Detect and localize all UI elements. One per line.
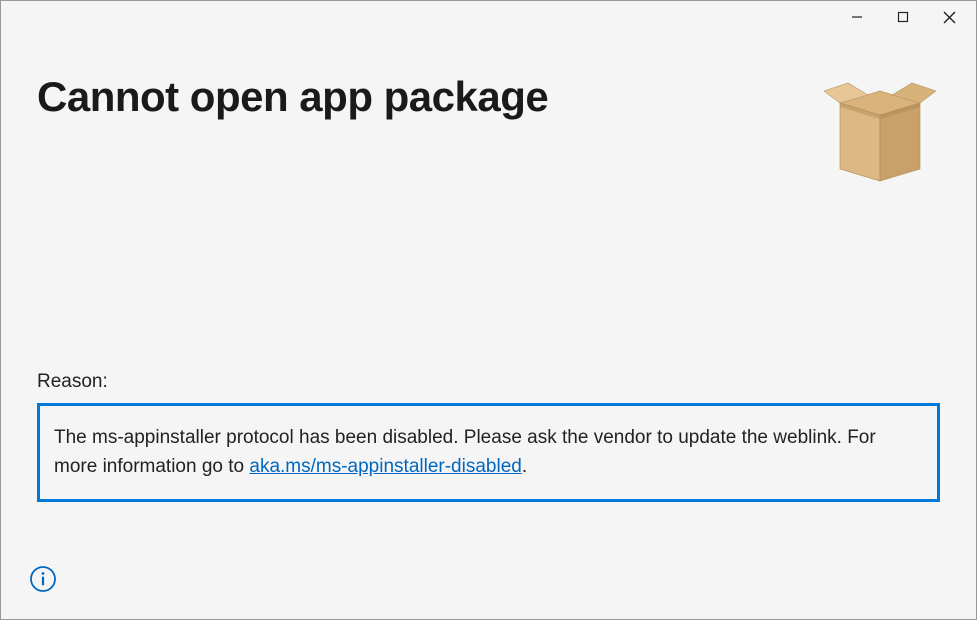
- reason-text-after: .: [522, 456, 527, 477]
- reason-message-box: The ms-appinstaller protocol has been di…: [37, 403, 940, 502]
- close-button[interactable]: [926, 2, 972, 32]
- page-title: Cannot open app package: [37, 73, 548, 121]
- reason-section: Reason: The ms-appinstaller protocol has…: [37, 371, 940, 502]
- reason-link[interactable]: aka.ms/ms-appinstaller-disabled: [249, 456, 521, 477]
- close-icon: [943, 11, 956, 24]
- maximize-icon: [897, 11, 909, 23]
- titlebar: [1, 1, 976, 33]
- minimize-button[interactable]: [834, 2, 880, 32]
- reason-label: Reason:: [37, 371, 940, 393]
- maximize-button[interactable]: [880, 2, 926, 32]
- package-box-icon: [820, 73, 940, 193]
- info-icon[interactable]: [29, 565, 57, 593]
- content-area: Cannot open app package: [1, 33, 976, 193]
- heading-row: Cannot open app package: [37, 73, 940, 193]
- minimize-icon: [851, 11, 863, 23]
